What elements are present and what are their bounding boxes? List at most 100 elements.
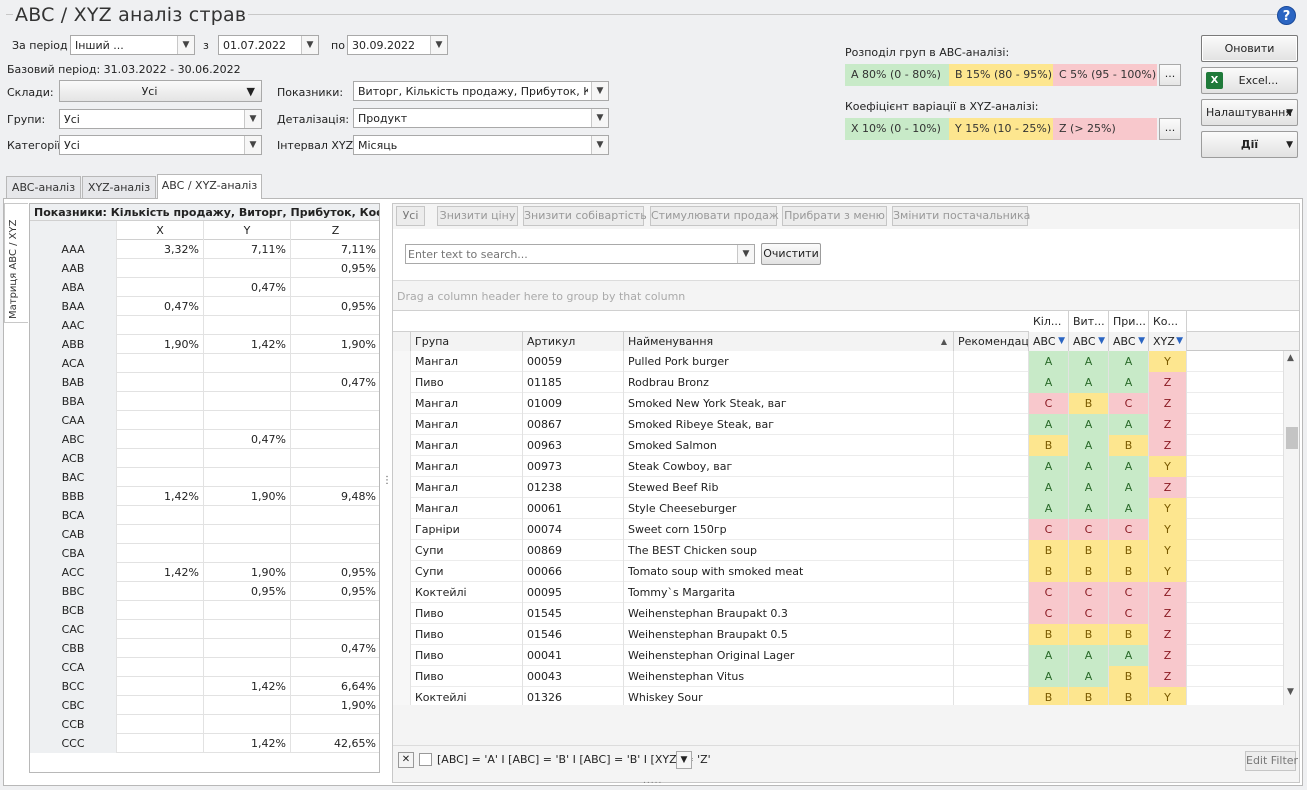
help-icon[interactable]: ? [1277,6,1296,25]
cell-article[interactable]: 00095 [523,582,624,603]
indicators-select[interactable]: Виторг, Кількість продажу, Прибуток, Кое… [353,81,609,101]
cell-recommendation[interactable] [954,477,1029,498]
col-abc-rev[interactable]: ABC ▼ [1069,332,1109,351]
scroll-up-icon[interactable]: ▲ [1287,353,1294,363]
filter-expression[interactable]: [ABC] = 'A' I [ABC] = 'B' I [ABC] = 'B' … [437,753,711,766]
cell-abc-profit[interactable]: B [1109,624,1149,645]
chevron-down-icon[interactable]: ▼ [676,751,692,769]
refresh-button[interactable]: Оновити [1201,35,1298,62]
cell-abc-rev[interactable]: B [1069,393,1109,414]
row-indicator[interactable] [393,372,411,393]
cell-name[interactable]: Weihenstephan Vitus [624,666,954,687]
cell-article[interactable]: 01326 [523,687,624,705]
cell-xyz[interactable]: Z [1149,372,1187,393]
chevron-down-icon[interactable]: ▼ [244,136,261,154]
cell-abc-profit[interactable]: C [1109,393,1149,414]
cell-abc-rev[interactable]: B [1069,687,1109,705]
cell-abc-rev[interactable]: A [1069,435,1109,456]
col-abc-qty[interactable]: ABC ▼ [1029,332,1069,351]
cell-group[interactable]: Мангал [411,414,523,435]
band-revenue[interactable]: Вит... [1069,311,1109,332]
cell-abc-rev[interactable]: A [1069,477,1109,498]
cell-name[interactable]: Smoked New York Steak, ваг [624,393,954,414]
cell-group[interactable]: Пиво [411,666,523,687]
table-row[interactable]: Супи 00869 The BEST Chicken soup B B B Y [393,540,1283,561]
cell-abc-qty[interactable]: A [1029,645,1069,666]
cell-name[interactable]: Stewed Beef Rib [624,477,954,498]
cell-abc-qty[interactable]: B [1029,561,1069,582]
row-indicator[interactable] [393,456,411,477]
filter-icon[interactable]: ▼ [1058,332,1065,351]
cell-article[interactable]: 00059 [523,351,624,372]
cell-abc-qty[interactable]: B [1029,624,1069,645]
period-select[interactable]: Інший ... ▼ [70,35,195,55]
cell-abc-rev[interactable]: A [1069,372,1109,393]
table-row[interactable]: Супи 00066 Tomato soup with smoked meat B B B… [393,561,1283,582]
cell-name[interactable]: Smoked Salmon [624,435,954,456]
cell-article[interactable]: 01185 [523,372,624,393]
cell-group[interactable]: Супи [411,561,523,582]
table-row[interactable]: Гарніри 00074 Sweet corn 150гр C C C Y [393,519,1283,540]
lower-price-button[interactable]: Знизити ціну [437,206,518,226]
cell-recommendation[interactable] [954,351,1029,372]
cell-recommendation[interactable] [954,435,1029,456]
cell-article[interactable]: 00869 [523,540,624,561]
cell-abc-qty[interactable]: A [1029,351,1069,372]
cell-abc-profit[interactable]: A [1109,372,1149,393]
cell-name[interactable]: Tommy`s Margarita [624,582,954,603]
cell-name[interactable]: Weihenstephan Braupakt 0.3 [624,603,954,624]
cell-abc-profit[interactable]: A [1109,498,1149,519]
cell-xyz[interactable]: Z [1149,582,1187,603]
cell-abc-rev[interactable]: B [1069,561,1109,582]
abc-settings-button[interactable]: ... [1159,64,1181,86]
edit-filter-button[interactable]: Edit Filter [1245,751,1298,771]
cell-name[interactable]: Tomato soup with smoked meat [624,561,954,582]
row-indicator[interactable] [393,393,411,414]
cell-abc-rev[interactable]: A [1069,414,1109,435]
calendar-dropdown-icon[interactable]: ▼ [301,36,318,54]
cell-article[interactable]: 00867 [523,414,624,435]
cell-abc-rev[interactable]: C [1069,603,1109,624]
cell-recommendation[interactable] [954,687,1029,705]
cell-name[interactable]: Pulled Pork burger [624,351,954,372]
cell-recommendation[interactable] [954,540,1029,561]
row-indicator[interactable] [393,498,411,519]
cell-abc-profit[interactable]: C [1109,582,1149,603]
categories-select[interactable]: Усі ▼ [59,135,262,155]
cell-abc-qty[interactable]: C [1029,603,1069,624]
cell-recommendation[interactable] [954,372,1029,393]
cell-abc-rev[interactable]: A [1069,666,1109,687]
table-row[interactable]: Коктейлі 01326 Whiskey Sour B B B Y [393,687,1283,705]
cell-xyz[interactable]: Z [1149,414,1187,435]
cell-abc-profit[interactable]: A [1109,456,1149,477]
cell-article[interactable]: 01009 [523,393,624,414]
cell-abc-profit[interactable]: A [1109,414,1149,435]
row-indicator[interactable] [393,435,411,456]
filter-icon[interactable]: ▼ [1176,332,1183,351]
row-indicator[interactable] [393,645,411,666]
table-row[interactable]: Мангал 00867 Smoked Ribeye Steak, ваг A A A Z [393,414,1283,435]
cell-group[interactable]: Гарніри [411,519,523,540]
cell-abc-rev[interactable]: A [1069,456,1109,477]
col-recommendations[interactable]: Рекомендації [954,332,1029,351]
cell-recommendation[interactable] [954,414,1029,435]
cell-name[interactable]: Weihenstephan Original Lager [624,645,954,666]
table-row[interactable]: Мангал 00963 Smoked Salmon B A B Z [393,435,1283,456]
chevron-down-icon[interactable]: ▼ [591,136,608,154]
grid-scrollbar[interactable]: ▲ ▼ [1283,351,1299,705]
tab-abc-xyz[interactable]: ABC / XYZ-аналіз [157,174,262,199]
col-article[interactable]: Артикул [523,332,624,351]
band-quantity[interactable]: Кіл... [1029,311,1069,332]
row-indicator[interactable] [393,561,411,582]
cell-abc-qty[interactable]: B [1029,687,1069,705]
cell-article[interactable]: 00043 [523,666,624,687]
cell-recommendation[interactable] [954,456,1029,477]
cell-name[interactable]: Weihenstephan Braupakt 0.5 [624,624,954,645]
filter-all-button[interactable]: Усі [396,206,425,226]
chevron-down-icon[interactable]: ▼ [591,109,608,127]
row-indicator[interactable] [393,582,411,603]
table-row[interactable]: Мангал 01009 Smoked New York Steak, ваг C B C… [393,393,1283,414]
cell-name[interactable]: Whiskey Sour [624,687,954,705]
row-indicator[interactable] [393,624,411,645]
cell-group[interactable]: Мангал [411,435,523,456]
